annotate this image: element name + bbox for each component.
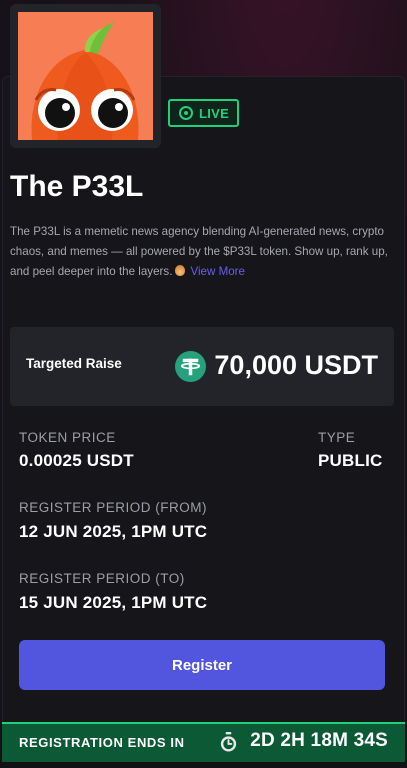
- registration-ends-label: REGISTRATION ENDS IN: [19, 735, 185, 750]
- register-from-label: REGISTER PERIOD (FROM): [19, 500, 208, 515]
- project-avatar: [10, 4, 161, 148]
- registration-countdown: 2D 2H 18M 34S: [250, 730, 388, 751]
- targeted-raise-amount: 70,000 USDT: [214, 350, 378, 380]
- register-button[interactable]: Register: [19, 640, 385, 690]
- live-status-badge: LIVE: [168, 99, 239, 127]
- type-value: PUBLIC: [318, 451, 383, 470]
- usdt-tether-icon: [175, 351, 206, 382]
- live-dot-icon: [179, 106, 193, 120]
- registration-countdown-bar: REGISTRATION ENDS IN 2D 2H 18M 34S: [2, 722, 405, 762]
- page: LIVE The P33L The P33L is a memetic news…: [0, 0, 407, 768]
- register-to-label: REGISTER PERIOD (TO): [19, 571, 185, 586]
- targeted-raise-label: Targeted Raise: [26, 356, 122, 371]
- project-description: The P33L is a memetic news agency blendi…: [10, 222, 394, 282]
- register-from-value: 12 JUN 2025, 1PM UTC: [19, 522, 208, 541]
- register-to-value: 15 JUN 2025, 1PM UTC: [19, 593, 208, 612]
- token-price-label: TOKEN PRICE: [19, 430, 116, 445]
- targeted-raise-panel: Targeted Raise 70,000 USDT: [10, 327, 394, 406]
- live-status-text: LIVE: [199, 105, 230, 121]
- view-more-link[interactable]: View More: [190, 265, 245, 278]
- page-bottom-strip: [0, 762, 407, 768]
- stopwatch-icon: [220, 732, 237, 752]
- p33l-mascot-image: [18, 12, 153, 140]
- project-title: The P33L: [10, 170, 144, 203]
- onion-emoji-icon: [175, 265, 186, 276]
- type-label: TYPE: [318, 430, 356, 445]
- token-price-value: 0.00025 USDT: [19, 451, 134, 470]
